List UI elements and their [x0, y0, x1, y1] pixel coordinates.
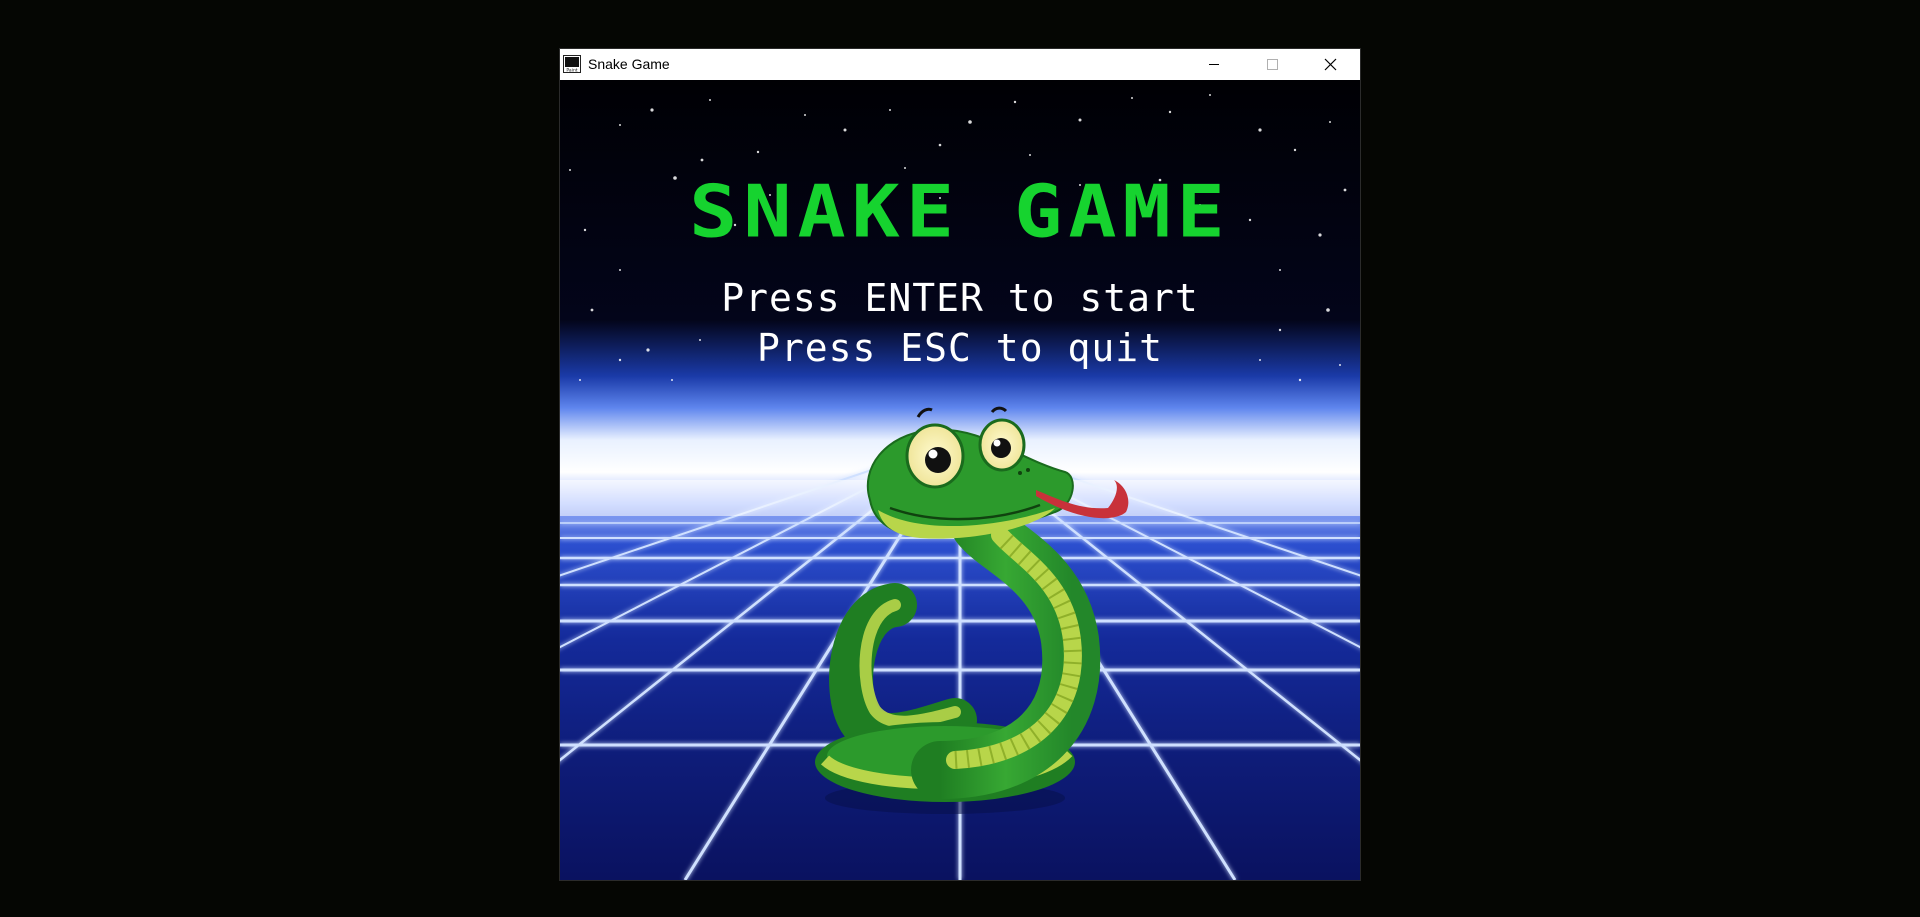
quit-prompt: Press ESC to quit [757, 326, 1163, 370]
desktop: { "window": { "title": "Snake Game", "ic… [0, 0, 1920, 917]
svg-text:Paint: Paint [566, 68, 577, 74]
close-button[interactable] [1301, 49, 1359, 80]
game-canvas[interactable]: SNAKE GAME Press ENTER to start Press ES… [560, 80, 1360, 880]
close-icon [1324, 58, 1337, 71]
title-bar[interactable]: Paint Snake Game [560, 49, 1360, 80]
game-window: Paint Snake Game SNAKE GAME Press ENTER … [559, 48, 1361, 881]
minimize-icon [1209, 64, 1219, 65]
window-title: Snake Game [588, 56, 670, 72]
minimize-button[interactable] [1185, 49, 1243, 80]
app-icon: Paint [563, 55, 581, 73]
start-prompt: Press ENTER to start [721, 276, 1199, 320]
game-title: SNAKE GAME [689, 169, 1231, 254]
maximize-button[interactable] [1243, 49, 1301, 80]
maximize-icon [1267, 59, 1278, 70]
